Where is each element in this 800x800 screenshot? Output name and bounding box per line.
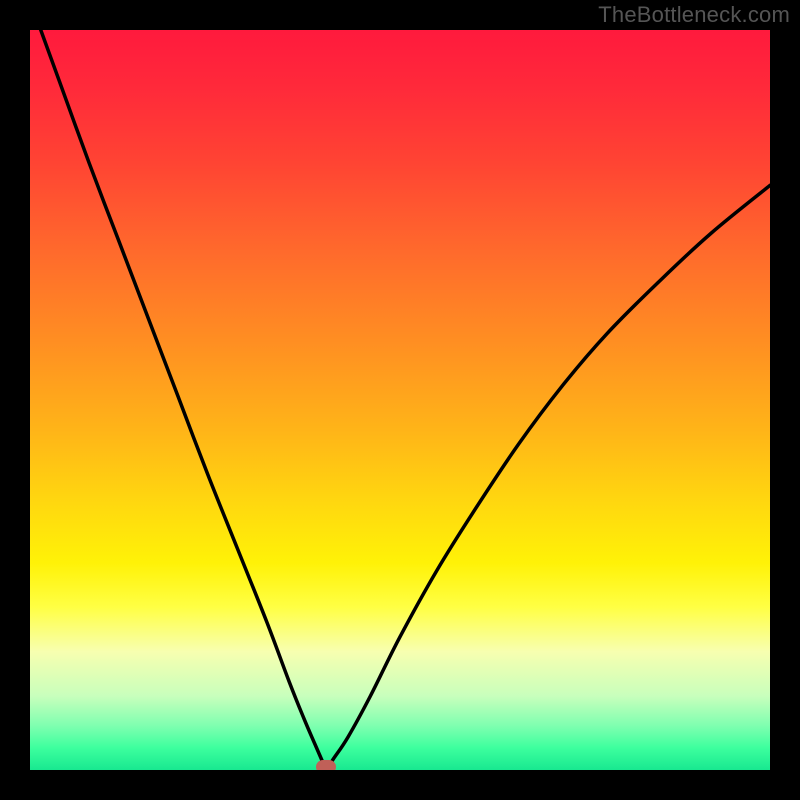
plot-area: [30, 30, 770, 770]
watermark-text: TheBottleneck.com: [598, 2, 790, 28]
chart-frame: TheBottleneck.com: [0, 0, 800, 800]
bottleneck-curve: [30, 30, 770, 770]
optimal-marker: [316, 760, 336, 770]
